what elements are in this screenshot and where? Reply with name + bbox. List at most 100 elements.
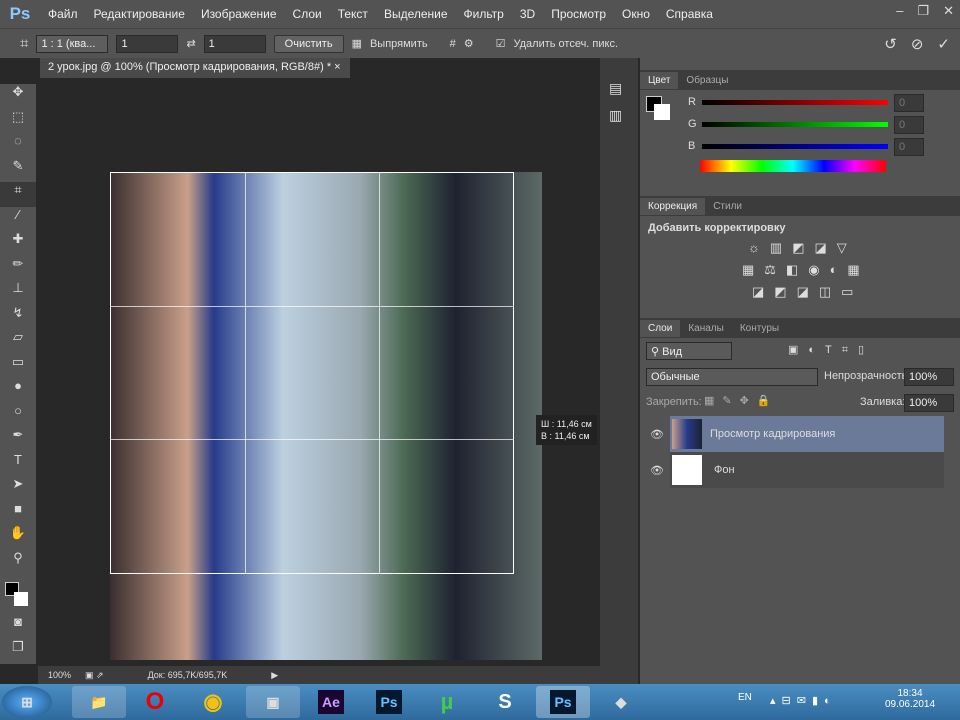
b-slider[interactable]	[702, 144, 888, 149]
menu-view[interactable]: Просмотр	[543, 7, 614, 21]
type-tool-icon[interactable]: T	[0, 452, 36, 477]
properties-icon[interactable]: ▥	[609, 107, 629, 124]
utorrent-icon[interactable]: µ	[420, 686, 474, 718]
status-icons[interactable]: ▣ ⇗	[85, 670, 104, 681]
visibility-eye-icon[interactable]: 👁	[650, 428, 664, 441]
menu-image[interactable]: Изображение	[193, 7, 285, 21]
path-select-tool-icon[interactable]: ➤	[0, 476, 36, 501]
blur-tool-icon[interactable]: ●	[0, 378, 36, 403]
status-menu-arrow-icon[interactable]: ▶	[271, 670, 278, 681]
healing-tool-icon[interactable]: ✚	[0, 231, 36, 256]
stamp-tool-icon[interactable]: ⊥	[0, 280, 36, 305]
tab-adjustments[interactable]: Коррекция	[640, 197, 706, 215]
adjustment-icons-row3[interactable]: ◪◩◪◫▭	[752, 284, 952, 300]
tray-icons[interactable]: ▴⊟✉▮◐	[770, 694, 837, 707]
menu-window[interactable]: Окно	[614, 7, 658, 21]
gradient-tool-icon[interactable]: ▭	[0, 354, 36, 379]
pen-tool-icon[interactable]: ✒	[0, 427, 36, 452]
r-value[interactable]: 0	[894, 94, 924, 112]
straighten-button[interactable]: Выпрямить	[370, 38, 428, 50]
width-input[interactable]: 1	[116, 34, 179, 53]
tab-paths[interactable]: Контуры	[732, 320, 787, 337]
quick-mask-icon[interactable]: ◙	[0, 614, 36, 639]
lock-icons[interactable]: ▦✎✥🔒	[704, 394, 779, 407]
close-icon[interactable]: ✕	[943, 3, 954, 19]
g-slider[interactable]	[702, 122, 888, 127]
hand-tool-icon[interactable]: ✋	[0, 525, 36, 550]
crop-tool-icon[interactable]: ⌗	[0, 182, 36, 207]
menu-filter[interactable]: Фильтр	[456, 7, 512, 21]
camtasia-recorder-icon[interactable]: ◆	[594, 686, 648, 718]
crop-box[interactable]	[110, 172, 514, 574]
layer-row-crop-preview[interactable]: Просмотр кадрирования	[670, 416, 944, 452]
menu-select[interactable]: Выделение	[376, 7, 456, 21]
chrome-icon[interactable]: ◉	[186, 686, 240, 718]
tab-styles[interactable]: Стили	[705, 198, 750, 215]
ratio-select[interactable]: 1 : 1 (ква...	[36, 34, 109, 53]
crop-tool-icon[interactable]: ⌗	[20, 35, 28, 52]
maximize-icon[interactable]: ❐	[917, 3, 929, 19]
start-button[interactable]: ⊞	[2, 686, 52, 718]
height-input[interactable]: 1	[203, 34, 266, 53]
r-slider[interactable]	[702, 100, 888, 105]
opera-icon[interactable]: O	[128, 686, 182, 718]
tab-color[interactable]: Цвет	[640, 71, 679, 89]
blend-mode-select[interactable]: Обычные	[646, 368, 818, 386]
menu-file[interactable]: Файл	[40, 7, 86, 21]
tab-channels[interactable]: Каналы	[680, 320, 732, 337]
shape-tool-icon[interactable]: ■	[0, 501, 36, 526]
menu-layers[interactable]: Слои	[285, 7, 330, 21]
marquee-tool-icon[interactable]: ⬚	[0, 109, 36, 134]
lasso-tool-icon[interactable]: ◌	[0, 133, 36, 158]
tab-swatches[interactable]: Образцы	[678, 72, 736, 89]
history-icon[interactable]: ▤	[609, 80, 629, 97]
clear-button[interactable]: Очистить	[273, 34, 344, 53]
close-tab-icon[interactable]: ×	[334, 61, 340, 73]
gear-icon[interactable]: ⚙	[464, 37, 474, 50]
layer-filter-select[interactable]: ⚲ Вид	[646, 342, 732, 360]
adjustment-icons-row1[interactable]: ☼▥◩◪▽	[748, 240, 952, 256]
eyedropper-tool-icon[interactable]: ⁄	[0, 207, 36, 232]
clock[interactable]: 18:34 09.06.2014	[880, 688, 940, 710]
menu-text[interactable]: Текст	[330, 7, 376, 21]
zoom-level[interactable]: 100%	[48, 670, 71, 680]
brush-tool-icon[interactable]: ✏	[0, 256, 36, 281]
color-swatches-icon[interactable]	[0, 574, 36, 614]
photoshop-active-icon[interactable]: Ps	[536, 686, 590, 718]
grid-overlay-icon[interactable]: #	[450, 38, 456, 50]
b-value[interactable]: 0	[894, 138, 924, 156]
background-color[interactable]	[654, 104, 670, 120]
adjustment-icons-row2[interactable]: ▦⚖◧◉◐▦	[742, 262, 952, 278]
camtasia-icon[interactable]: ▣	[246, 686, 300, 718]
history-brush-icon[interactable]: ↯	[0, 305, 36, 330]
screen-mode-icon[interactable]: ❐	[0, 639, 36, 664]
visibility-eye-icon[interactable]: 👁	[650, 464, 664, 477]
move-tool-icon[interactable]: ✥	[0, 84, 36, 109]
menu-edit[interactable]: Редактирование	[86, 7, 193, 21]
cancel-icon[interactable]: ⊘	[911, 35, 924, 53]
menu-3d[interactable]: 3D	[512, 7, 543, 21]
layer-row-background[interactable]: Фон	[670, 452, 944, 488]
commit-icon[interactable]: ✓	[937, 35, 950, 53]
dodge-tool-icon[interactable]: ○	[0, 403, 36, 428]
eraser-tool-icon[interactable]: ▱	[0, 329, 36, 354]
delete-cropped-checkbox[interactable]: ☑	[496, 37, 506, 50]
reset-icon[interactable]: ↺	[884, 35, 897, 53]
menu-help[interactable]: Справка	[658, 7, 721, 21]
document-tab[interactable]: 2 урок.jpg @ 100% (Просмотр кадрирования…	[40, 58, 350, 78]
minimize-icon[interactable]: –	[896, 3, 903, 19]
opacity-input[interactable]: 100%	[904, 368, 954, 386]
zoom-tool-icon[interactable]: ⚲	[0, 550, 36, 575]
explorer-icon[interactable]: 📁	[72, 686, 126, 718]
g-value[interactable]: 0	[894, 116, 924, 134]
straighten-icon[interactable]: ▦	[352, 37, 362, 50]
color-ramp[interactable]	[700, 160, 886, 172]
tab-layers[interactable]: Слои	[640, 319, 681, 337]
skype-icon[interactable]: S	[478, 686, 532, 718]
quick-select-tool-icon[interactable]: ✎	[0, 158, 36, 183]
language-indicator[interactable]: EN	[738, 692, 752, 703]
swap-icon[interactable]: ⇄	[186, 37, 195, 50]
layer-filter-icons[interactable]: ▣◐T⌗▯	[788, 343, 874, 357]
after-effects-icon[interactable]: Ae	[304, 686, 358, 718]
photoshop-taskbar-icon[interactable]: Ps	[362, 686, 416, 718]
